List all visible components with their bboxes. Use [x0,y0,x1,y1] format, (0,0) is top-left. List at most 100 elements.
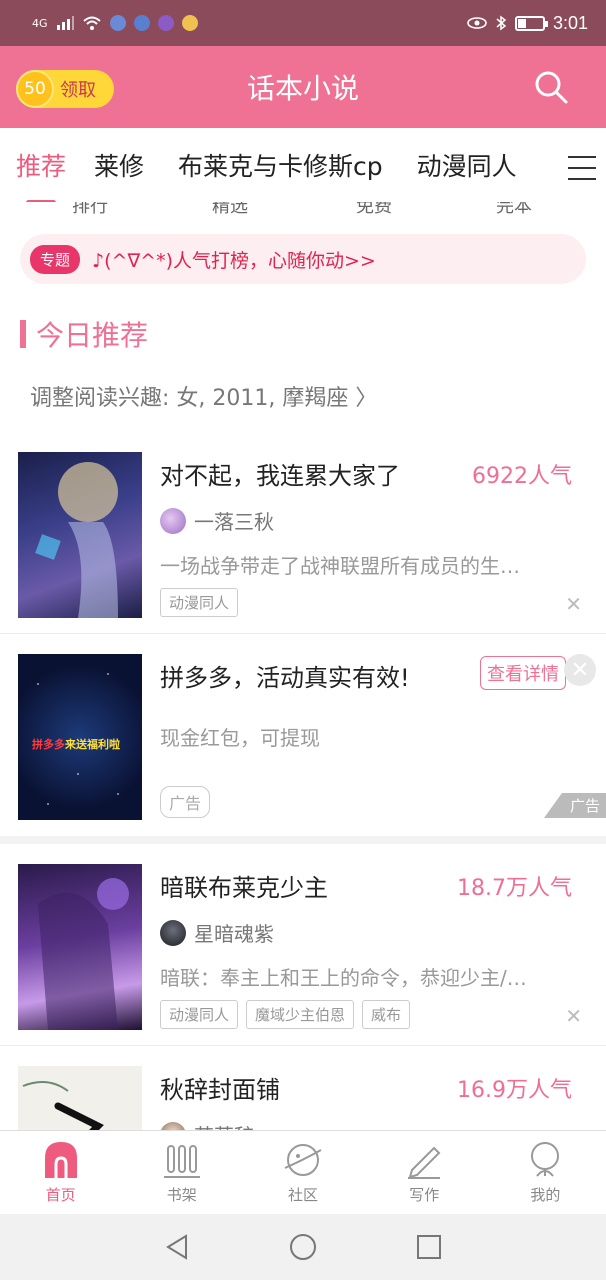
ad-description: 现金红包，可提现 [160,726,320,750]
cover-art-image [35,462,118,618]
category-tabs: 推荐 莱修 布莱克与卡修斯cp 动漫同人 [0,128,606,202]
book-popularity: 16.9万人气 [457,1078,572,1103]
sub-tabs: 排行 精选 免费 完本 [0,202,606,218]
ad-tag: 广告 [160,786,211,818]
tab-recommend[interactable]: 推荐 [16,147,66,202]
book-item[interactable]: 暗联布莱克少主 18.7万人气 星暗魂紫 暗联：奉主上和王上的命令，恭迎少主/…… [0,844,606,1046]
nav-write-label: 写作 [409,1186,440,1204]
cover-art-image [22,1081,104,1130]
reading-preference-link[interactable]: 调整阅读兴趣: 女, 2011, 摩羯座 〉 [30,380,606,412]
clock: 3:01 [552,12,588,33]
nav-profile[interactable]: 我的 [485,1131,606,1214]
avatar [160,919,186,946]
close-icon[interactable]: ✕ [565,592,582,616]
book-item[interactable]: 对不起，我连累大家了 6922人气 一落三秋 一场战争带走了战神联盟所有成员的生… [0,432,606,634]
home-circle-icon[interactable] [288,1232,318,1262]
book-item[interactable]: 秋辞封面铺 16.9万人气 苏菀辞丶 [0,1046,606,1130]
book-cover [18,452,142,618]
eye-icon [467,17,487,29]
nav-community[interactable]: 社区 [242,1131,363,1214]
status-bar: 4G 3:01 [0,0,606,46]
tab-blake-cassius[interactable]: 布莱克与卡修斯cp [178,147,383,183]
book-cover [18,864,142,1030]
book-tag[interactable]: 动漫同人 [160,1000,239,1029]
nav-profile-label: 我的 [530,1186,561,1204]
tab-laixiu[interactable]: 莱修 [94,147,144,183]
sub-tab-completed[interactable]: 完本 [496,202,532,218]
book-tag[interactable]: 威布 [362,1000,411,1029]
nav-bookshelf[interactable]: 书架 [121,1131,242,1214]
app-notification-icon [109,15,126,31]
book-author: 一落三秋 [160,506,274,535]
page-title: 话本小说 [246,72,359,105]
book-tag[interactable]: 魔域少主伯恩 [246,1000,355,1029]
nav-home-label: 首页 [45,1186,76,1204]
book-list: 对不起，我连累大家了 6922人气 一落三秋 一场战争带走了战神联盟所有成员的生… [0,432,606,1130]
sub-tab-featured[interactable]: 精选 [212,202,248,218]
view-details-button[interactable]: 查看详情 [480,656,566,690]
ad-title: 拼多多，活动真实有效! [160,664,410,692]
cover-art-image [38,878,129,1030]
wifi-icon [82,16,101,30]
app-notification-icon [133,15,150,31]
app-notification-icon [181,15,198,31]
coin-claim-label: 领取 [60,80,96,101]
nav-community-label: 社区 [288,1186,319,1204]
section-accent-bar [20,320,26,348]
book-title: 暗联布莱克少主 [160,874,328,902]
topic-tag: 专题 [30,244,81,274]
network-label: 4G [32,16,48,30]
ad-cover-text: 拼多多来送福利啦 [32,738,120,751]
author-name: 星暗魂紫 [194,922,274,946]
pencil-icon [408,1146,441,1179]
main-content: 排行 精选 免费 完本 专题 ♪(^∇^*)人气打榜，心随你动>> 今日推荐 调… [0,202,606,1130]
bottom-nav: 首页 书架 社区 写作 我的 [0,1130,606,1214]
tabs-menu-icon[interactable] [568,154,596,180]
nav-home[interactable]: 首页 [0,1131,121,1214]
book-tag[interactable]: 动漫同人 [160,588,239,617]
battery-icon [514,15,548,31]
system-nav-bar [0,1214,606,1280]
ad-item[interactable]: 拼多多来送福利啦 拼多多，活动真实有效! 查看详情 ✕ 现金红包，可提现 广告 … [0,634,606,844]
bluetooth-icon [496,15,507,31]
book-popularity: 6922人气 [472,464,572,489]
author-name: 苏菀辞丶 [194,1120,274,1130]
profile-icon [531,1142,560,1177]
app-header: 50 领取 话本小说 [0,46,606,128]
sub-tab-ranking[interactable]: 排行 [72,202,108,218]
book-description: 一场战争带走了战神联盟所有成员的生… [160,554,520,578]
nav-write[interactable]: 写作 [364,1131,485,1214]
close-icon[interactable]: ✕ [565,1004,582,1028]
author-name: 一落三秋 [194,510,274,534]
coin-claim-button[interactable]: 50 领取 [16,70,114,108]
app-notification-icon [157,15,174,31]
book-tags: 动漫同人 魔域少主伯恩 威布 [160,1000,411,1029]
book-popularity: 18.7万人气 [457,876,572,901]
home-icon [44,1142,77,1178]
book-title: 对不起，我连累大家了 [160,462,400,490]
signal-icon [56,16,74,30]
recents-icon[interactable] [414,1232,444,1262]
section-title: 今日推荐 [36,319,149,352]
coin-amount: 50 [16,70,54,108]
bookshelf-icon [163,1145,200,1178]
section-header: 今日推荐 [20,314,606,354]
book-author: 星暗魂紫 [160,918,274,947]
book-title: 秋辞封面铺 [160,1076,280,1104]
avatar [160,1121,186,1130]
back-icon[interactable] [162,1232,192,1262]
search-icon[interactable] [534,70,568,104]
ad-corner-label: 广告 [543,793,606,818]
nav-bookshelf-label: 书架 [166,1186,197,1204]
topic-banner[interactable]: 专题 ♪(^∇^*)人气打榜，心随你动>> [20,234,586,284]
book-author: 苏菀辞丶 [160,1120,274,1130]
avatar [160,507,186,534]
book-cover [18,1066,142,1130]
sub-tab-free[interactable]: 免费 [356,202,392,218]
tab-anime-fanfic[interactable]: 动漫同人 [417,147,517,183]
book-tags: 动漫同人 [160,588,239,617]
topic-text: ♪(^∇^*)人气打榜，心随你动>> [92,249,376,272]
book-description: 暗联：奉主上和王上的命令，恭迎少主/… [160,966,527,990]
planet-icon [284,1144,322,1176]
close-icon[interactable]: ✕ [564,654,596,686]
